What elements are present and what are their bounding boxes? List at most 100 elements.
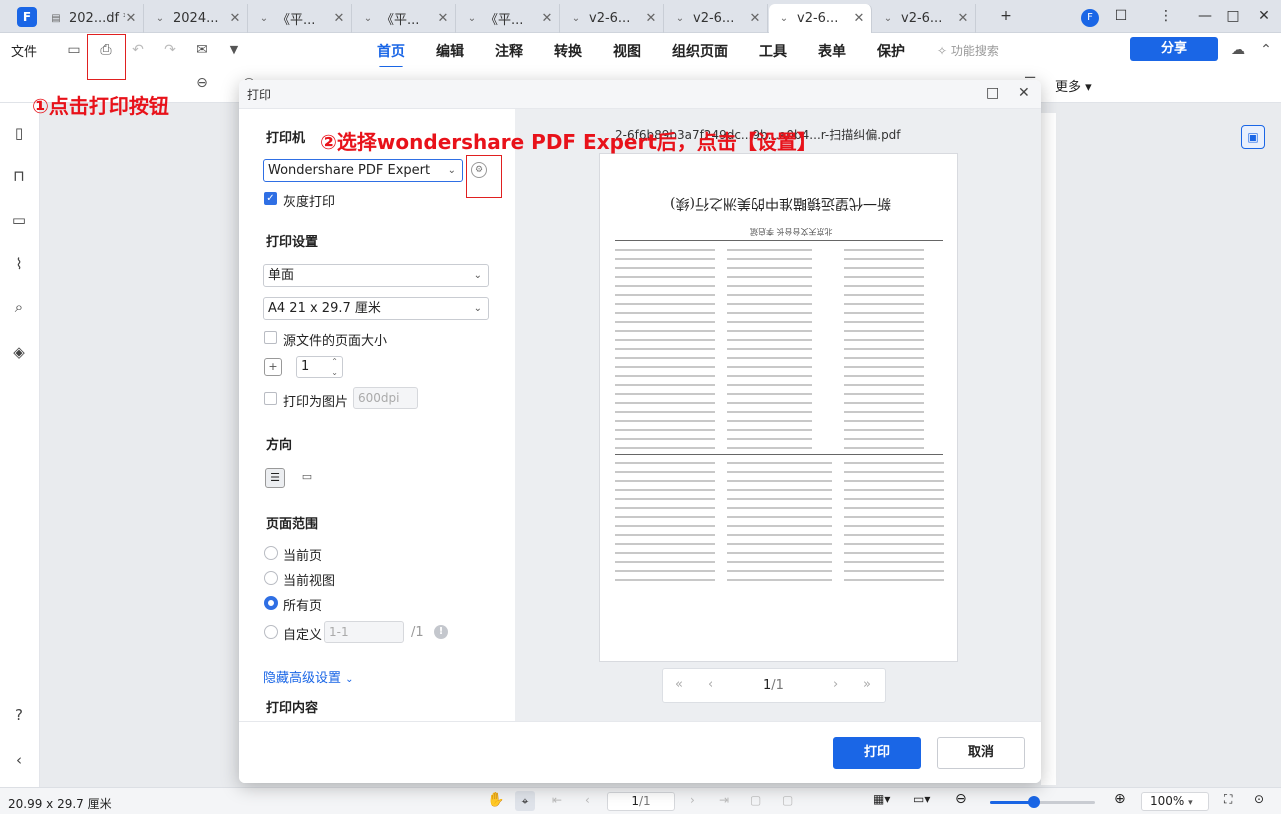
zoom-select[interactable]: 100% ▾ xyxy=(1141,792,1209,811)
right-panel-icon[interactable]: ▣ xyxy=(1241,125,1265,149)
layers-icon[interactable]: ◈ xyxy=(8,341,30,363)
hand-tool-icon[interactable]: ✋ xyxy=(487,792,504,808)
range-all-pages-radio[interactable] xyxy=(264,596,278,610)
maximize-icon[interactable]: □ xyxy=(1222,5,1244,27)
portrait-orientation-icon[interactable]: ☰ xyxy=(265,468,285,488)
minimize-icon[interactable]: — xyxy=(1194,5,1216,27)
menu-item[interactable]: 注释 xyxy=(495,41,523,61)
hide-advanced-link[interactable]: 隐藏高级设置 ⌄ xyxy=(263,667,354,686)
more-menu[interactable]: 更多 ▾ xyxy=(1055,76,1092,95)
range-current-page-radio[interactable] xyxy=(264,546,278,560)
dpi-input[interactable]: 600dpi xyxy=(353,387,418,409)
attachment-icon[interactable]: ⌇ xyxy=(8,253,30,275)
add-tab-icon[interactable]: + xyxy=(995,5,1017,27)
collapse-ribbon-icon[interactable]: ⌃ xyxy=(1256,40,1276,60)
print-as-image-checkbox[interactable] xyxy=(264,392,277,405)
tab[interactable]: ⌄ v2-6... ✕ xyxy=(665,4,768,33)
next-page-icon[interactable]: › xyxy=(690,793,695,807)
tab[interactable]: ▤ 202...df * ✕ xyxy=(41,4,144,33)
close-icon[interactable]: ✕ xyxy=(957,11,969,26)
last-page-icon[interactable]: » xyxy=(863,677,871,692)
tab[interactable]: ⌄ 《平... ✕ xyxy=(353,4,456,33)
tab[interactable]: ⌄ 《平... ✕ xyxy=(249,4,352,33)
fullscreen-icon[interactable]: ⛶ xyxy=(1224,792,1232,807)
tab[interactable]: ⌄ 《平... ✕ xyxy=(457,4,560,33)
close-icon[interactable]: ✕ xyxy=(333,11,345,26)
sides-select[interactable]: 单面 ⌄ xyxy=(263,264,489,287)
save-icon[interactable]: ▭ xyxy=(64,40,84,60)
share-button[interactable]: 分享 xyxy=(1130,37,1218,61)
undo-icon[interactable]: ↶ xyxy=(128,40,148,60)
range-current-view-radio[interactable] xyxy=(264,571,278,585)
print-button[interactable]: 打印 xyxy=(833,737,921,769)
zoom-out-icon[interactable]: ⊖ xyxy=(192,73,212,93)
select-tool-icon[interactable]: ⌖ xyxy=(515,791,535,811)
redo-icon[interactable]: ↷ xyxy=(160,40,180,60)
zoom-slider-handle[interactable] xyxy=(1028,796,1041,808)
page-layout-icon[interactable]: ▦▾ xyxy=(873,792,890,806)
prev-page-icon[interactable]: ‹ xyxy=(708,677,713,692)
printer-select[interactable]: Wondershare PDF Expert ⌄ xyxy=(263,159,463,182)
help-icon[interactable]: ? xyxy=(8,704,30,726)
custom-range-input[interactable]: 1-1 xyxy=(324,621,404,643)
close-icon[interactable]: ✕ xyxy=(645,11,657,26)
comment-icon[interactable]: ▭ xyxy=(8,209,30,231)
feedback-icon[interactable]: ☐ xyxy=(1110,5,1132,27)
close-window-icon[interactable]: ✕ xyxy=(1253,5,1275,27)
mail-icon[interactable]: ✉ xyxy=(192,40,212,60)
overflow-menu-icon[interactable]: ⋮ xyxy=(1155,5,1177,27)
maximize-dialog-icon[interactable]: □ xyxy=(986,85,999,101)
menu-item[interactable]: 工具 xyxy=(759,41,787,61)
first-page-icon[interactable]: « xyxy=(675,677,683,692)
menu-item[interactable]: 编辑 xyxy=(436,41,464,61)
page-input[interactable]: 1/1 xyxy=(607,792,675,811)
close-icon[interactable]: ✕ xyxy=(125,11,137,26)
file-menu[interactable]: 文件 xyxy=(11,41,37,60)
app-logo[interactable]: F xyxy=(17,7,37,27)
last-page-icon[interactable]: ⇥ xyxy=(719,793,729,807)
paper-size-select[interactable]: A4 21 x 29.7 厘米 ⌄ xyxy=(263,297,489,320)
tab[interactable]: ⌄ v2-6... ✕ xyxy=(873,4,976,33)
view-mode-icon[interactable]: ▭▾ xyxy=(913,792,930,806)
upload-cloud-icon[interactable]: ☁ xyxy=(1228,40,1248,60)
zoom-slider[interactable] xyxy=(990,796,1095,808)
close-icon[interactable]: ✕ xyxy=(749,11,761,26)
menu-item[interactable]: 保护 xyxy=(877,41,905,61)
first-page-icon[interactable]: ⇤ xyxy=(552,793,562,807)
next-page-icon[interactable]: › xyxy=(833,677,838,692)
close-icon[interactable]: ✕ xyxy=(229,11,241,26)
close-dialog-icon[interactable]: ✕ xyxy=(1018,85,1030,101)
range-custom-radio[interactable] xyxy=(264,625,278,639)
stepper-arrows-icon[interactable]: ⌃ ⌄ xyxy=(331,356,338,378)
grayscale-checkbox[interactable]: ✓ xyxy=(264,192,277,205)
close-icon[interactable]: ✕ xyxy=(437,11,449,26)
menu-item[interactable]: 视图 xyxy=(613,41,641,61)
menu-item[interactable]: 首页 xyxy=(377,41,405,69)
tab[interactable]: ⌄ v2-6... ✕ xyxy=(561,4,664,33)
menu-item[interactable]: 表单 xyxy=(818,41,846,61)
reading-mode-icon[interactable]: ⊙ xyxy=(1254,792,1264,806)
quick-access-dropdown-icon[interactable]: ▼ xyxy=(224,40,244,60)
account-icon[interactable]: F xyxy=(1079,5,1101,27)
landscape-orientation-icon[interactable]: ▭ xyxy=(297,468,317,488)
zoom-in-status-icon[interactable]: ⊕ xyxy=(1114,791,1126,807)
tab[interactable]: ⌄ v2-6... ✕ xyxy=(769,4,872,33)
zoom-out-status-icon[interactable]: ⊖ xyxy=(955,791,967,807)
menu-item[interactable]: 转换 xyxy=(554,41,582,61)
feature-search[interactable]: ✧ 功能搜索 xyxy=(937,42,999,59)
collapse-sidebar-icon[interactable]: ‹ xyxy=(8,749,30,771)
copies-stepper[interactable]: 1 ⌃ ⌄ xyxy=(296,356,343,378)
cancel-button[interactable]: 取消 xyxy=(937,737,1025,769)
close-icon[interactable]: ✕ xyxy=(541,11,553,26)
menu-item[interactable]: 组织页面 xyxy=(672,41,728,61)
search-icon[interactable]: ⌕ xyxy=(8,296,30,318)
source-page-size-checkbox[interactable] xyxy=(264,331,277,344)
prev-page-icon[interactable]: ‹ xyxy=(585,793,590,807)
fit-width-icon[interactable]: ▢ xyxy=(782,793,793,807)
close-icon[interactable]: ✕ xyxy=(853,11,865,26)
tab[interactable]: ⌄ 2024... ✕ xyxy=(145,4,248,33)
fit-page-icon[interactable]: ▢ xyxy=(750,793,761,807)
bookmark-icon[interactable]: ⊓ xyxy=(8,165,30,187)
info-icon[interactable]: ! xyxy=(434,625,448,639)
page-thumbnails-icon[interactable]: ▯ xyxy=(8,122,30,144)
